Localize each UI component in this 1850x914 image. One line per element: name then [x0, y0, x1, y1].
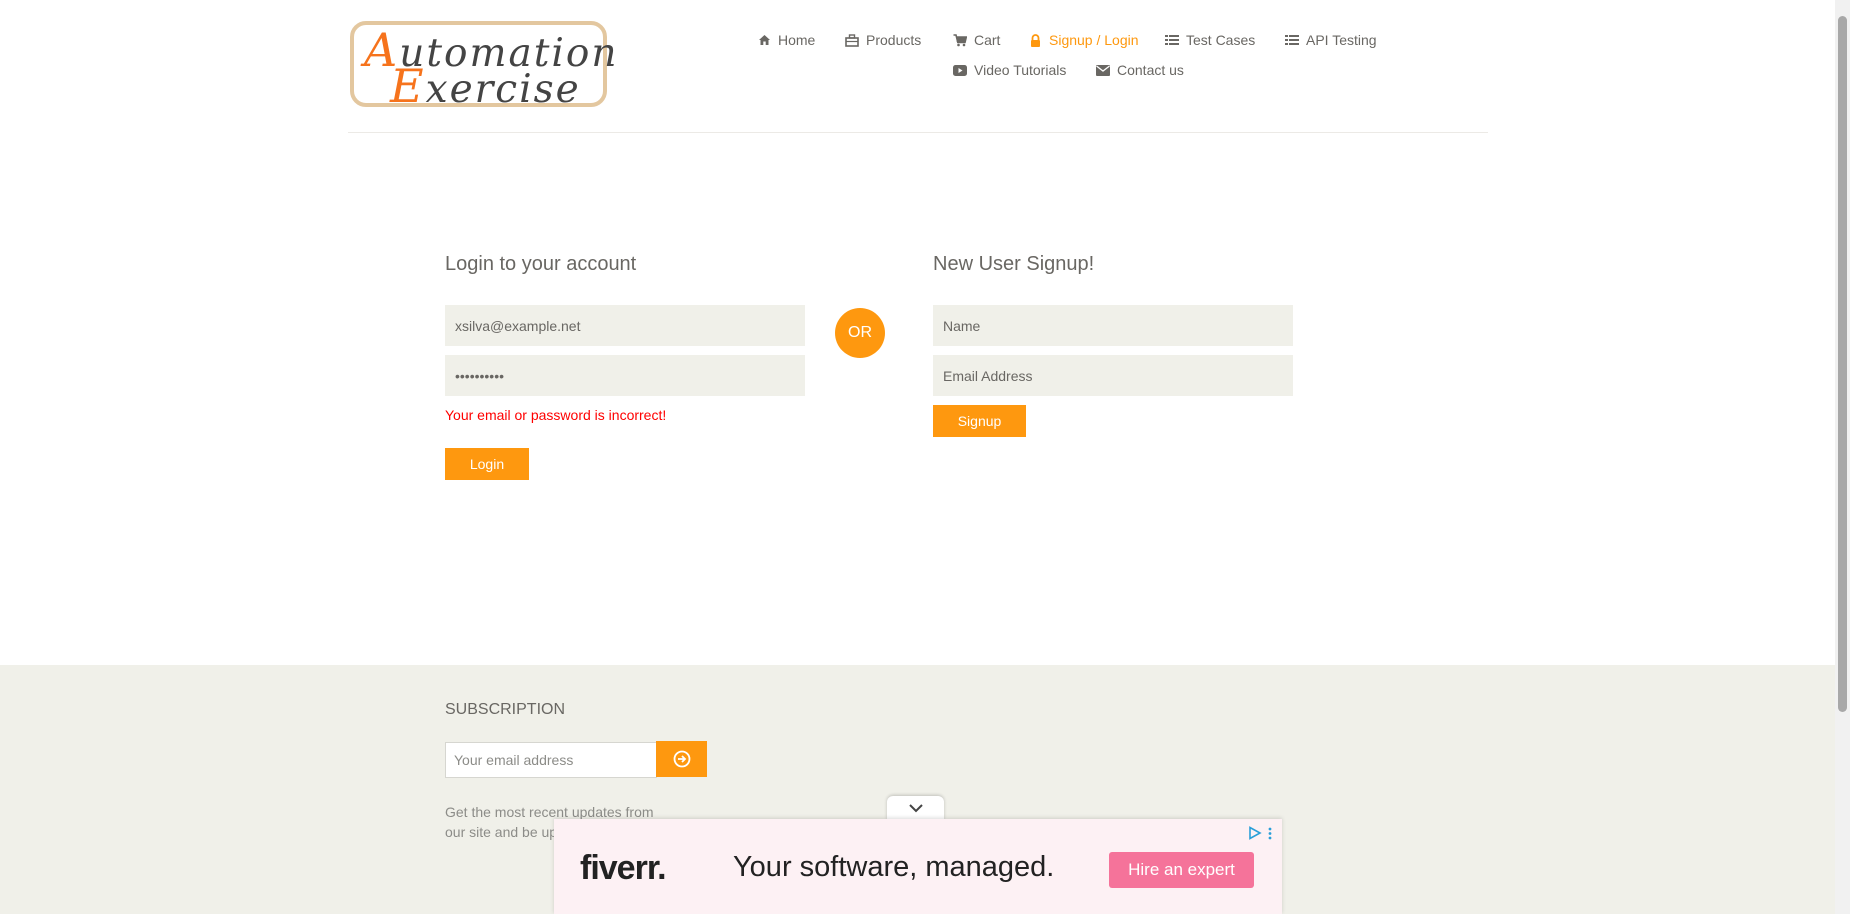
ad-brand-logo[interactable]: fiverr. — [580, 849, 667, 888]
signup-name-input[interactable] — [933, 305, 1293, 346]
list-icon — [1285, 33, 1299, 47]
nav-signup-login-label: Signup / Login — [1049, 32, 1139, 48]
youtube-icon — [953, 63, 967, 77]
nav-home-label: Home — [778, 32, 816, 48]
nav-products[interactable]: Products — [845, 32, 921, 48]
nav-products-label: Products — [866, 32, 922, 48]
chevron-down-icon — [908, 803, 924, 813]
login-email-input[interactable] — [445, 305, 805, 346]
nav-contact-us[interactable]: Contact us — [1096, 62, 1184, 78]
header-divider — [348, 132, 1488, 133]
logo-line-2: Exercise — [390, 59, 581, 113]
site-logo[interactable]: Automation Exercise — [350, 21, 616, 113]
nav-cart-label: Cart — [974, 32, 1001, 48]
or-divider: OR — [835, 308, 885, 358]
lock-icon — [1028, 33, 1042, 47]
ad-headline[interactable]: Your software, managed. — [733, 851, 1054, 884]
nav-test-cases[interactable]: Test Cases — [1165, 32, 1255, 48]
nav-signup-login[interactable]: Signup / Login — [1028, 32, 1139, 48]
ad-cta-button[interactable]: Hire an expert — [1109, 852, 1254, 888]
signup-title: New User Signup! — [933, 253, 1095, 275]
signup-email-input[interactable] — [933, 355, 1293, 396]
scrollbar-thumb[interactable] — [1838, 16, 1847, 712]
nav-test-cases-label: Test Cases — [1186, 32, 1256, 48]
login-button[interactable]: Login — [445, 448, 529, 480]
nav-api-testing-label: API Testing — [1306, 32, 1377, 48]
ad-collapse-button[interactable] — [887, 796, 944, 820]
nav-video-tutorials[interactable]: Video Tutorials — [953, 62, 1066, 78]
nav-home[interactable]: Home — [757, 32, 815, 48]
list-icon — [1165, 33, 1179, 47]
nav-video-tutorials-label: Video Tutorials — [974, 62, 1067, 78]
login-password-input[interactable] — [445, 355, 805, 396]
signup-button[interactable]: Signup — [933, 405, 1026, 437]
products-icon — [845, 33, 859, 47]
envelope-icon — [1096, 63, 1110, 77]
nav-contact-us-label: Contact us — [1117, 62, 1184, 78]
adchoices-icon[interactable] — [1248, 826, 1262, 845]
cart-icon — [953, 33, 967, 47]
nav-api-testing[interactable]: API Testing — [1285, 32, 1377, 48]
subscription-title: SUBSCRIPTION — [445, 701, 566, 718]
arrow-circle-right-icon — [673, 750, 691, 768]
subscribe-email-input[interactable] — [445, 742, 657, 778]
login-title: Login to your account — [445, 253, 637, 275]
ad-menu-icon[interactable] — [1268, 827, 1272, 845]
nav-cart[interactable]: Cart — [953, 32, 1000, 48]
home-icon — [757, 33, 771, 47]
subscribe-button[interactable] — [656, 741, 707, 777]
login-error-message: Your email or password is incorrect! — [445, 407, 667, 423]
